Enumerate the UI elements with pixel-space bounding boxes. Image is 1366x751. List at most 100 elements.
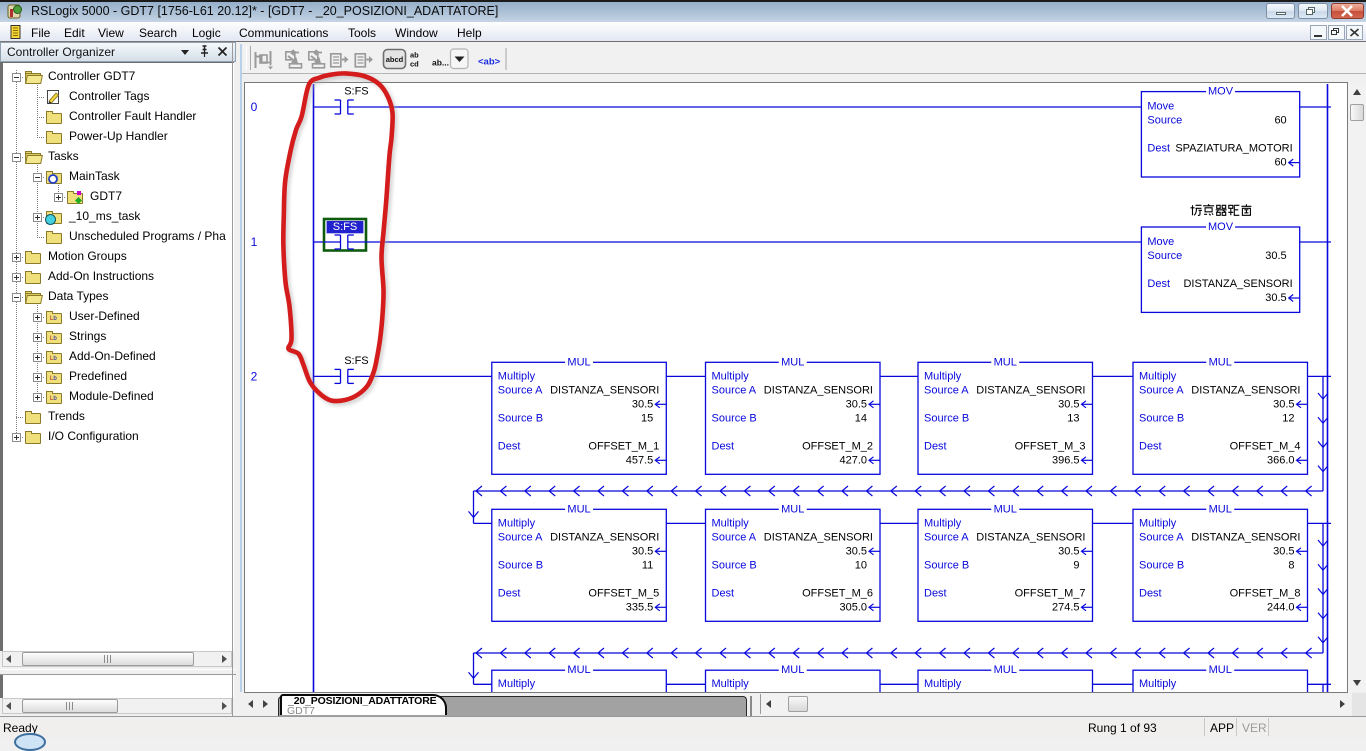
svg-text:Source B: Source B	[712, 412, 757, 424]
svg-text:Dest: Dest	[498, 587, 521, 599]
svg-text:30.5: 30.5	[1273, 545, 1294, 557]
svg-text:13: 13	[1067, 412, 1079, 424]
svg-text:MUL: MUL	[567, 356, 590, 368]
svg-text:Multiply: Multiply	[712, 370, 750, 382]
svg-text:Dest: Dest	[498, 440, 521, 452]
svg-text:MUL: MUL	[994, 356, 1017, 368]
svg-text:DISTANZA_SENSORI: DISTANZA_SENSORI	[1191, 384, 1300, 396]
svg-text:0: 0	[251, 100, 258, 114]
svg-text:MUL: MUL	[1209, 664, 1232, 676]
svg-text:9: 9	[1073, 559, 1079, 571]
svg-text:2: 2	[251, 369, 258, 383]
svg-text:Source A: Source A	[498, 531, 543, 543]
svg-text:Dest: Dest	[1139, 587, 1162, 599]
svg-text:MOV: MOV	[1208, 221, 1234, 233]
svg-text:Dest: Dest	[712, 440, 735, 452]
svg-text:<ab>: <ab>	[478, 57, 501, 68]
svg-text:SPAZIATURA_MOTORI: SPAZIATURA_MOTORI	[1175, 143, 1292, 155]
svg-text:MOV: MOV	[1208, 86, 1234, 98]
svg-text:10: 10	[855, 559, 867, 571]
svg-text:30.5: 30.5	[632, 545, 653, 557]
svg-text:Dest: Dest	[1147, 278, 1170, 290]
svg-text:Multiply: Multiply	[712, 517, 750, 529]
svg-text:366.0: 366.0	[1267, 454, 1295, 466]
svg-text:Source B: Source B	[498, 412, 543, 424]
svg-text:Multiply: Multiply	[498, 517, 536, 529]
svg-text:OFFSET_M_5: OFFSET_M_5	[588, 587, 659, 599]
svg-text:MUL: MUL	[567, 503, 590, 515]
svg-text:Source A: Source A	[924, 531, 969, 543]
svg-text:DISTANZA_SENSORI: DISTANZA_SENSORI	[764, 384, 873, 396]
svg-text:Move: Move	[1147, 236, 1174, 248]
svg-text:14: 14	[855, 412, 867, 424]
svg-text:OFFSET_M_6: OFFSET_M_6	[802, 587, 873, 599]
svg-text:Multiply: Multiply	[924, 517, 962, 529]
svg-text:Multiply: Multiply	[498, 370, 536, 382]
svg-text:OFFSET_M_1: OFFSET_M_1	[588, 440, 659, 452]
svg-text:Multiply: Multiply	[498, 678, 536, 690]
svg-text:244.0: 244.0	[1267, 601, 1295, 613]
svg-text:30.5: 30.5	[1265, 292, 1286, 304]
svg-text:Dest: Dest	[924, 440, 947, 452]
svg-text:30.5: 30.5	[846, 545, 867, 557]
svg-text:DISTANZA_SENSORI: DISTANZA_SENSORI	[1183, 278, 1292, 290]
svg-text:MUL: MUL	[781, 664, 804, 676]
svg-text:30.5: 30.5	[1058, 398, 1079, 410]
svg-text:DISTANZA_SENSORI: DISTANZA_SENSORI	[976, 384, 1085, 396]
svg-text:396.5: 396.5	[1052, 454, 1080, 466]
svg-text:Source A: Source A	[712, 531, 757, 543]
svg-text:Dest: Dest	[924, 587, 947, 599]
svg-text:MUL: MUL	[1209, 503, 1232, 515]
svg-text:30.5: 30.5	[1273, 398, 1294, 410]
svg-text:Multiply: Multiply	[1139, 370, 1177, 382]
svg-text:1: 1	[251, 235, 258, 249]
svg-text:Multiply: Multiply	[1139, 517, 1177, 529]
svg-text:DISTANZA_SENSORI: DISTANZA_SENSORI	[1191, 531, 1300, 543]
svg-text:335.5: 335.5	[626, 601, 654, 613]
svg-text:DISTANZA_SENSORI: DISTANZA_SENSORI	[764, 531, 873, 543]
svg-text:15: 15	[641, 412, 653, 424]
svg-text:Source A: Source A	[712, 384, 757, 396]
svg-text:MUL: MUL	[1209, 356, 1232, 368]
svg-text:457.5: 457.5	[626, 454, 654, 466]
svg-text:OFFSET_M_3: OFFSET_M_3	[1015, 440, 1086, 452]
svg-text:Source B: Source B	[924, 559, 969, 571]
svg-text:Source A: Source A	[498, 384, 543, 396]
svg-text:DISTANZA_SENSORI: DISTANZA_SENSORI	[550, 384, 659, 396]
svg-text:OFFSET_M_4: OFFSET_M_4	[1230, 440, 1301, 452]
svg-text:MUL: MUL	[994, 503, 1017, 515]
svg-text:427.0: 427.0	[839, 454, 867, 466]
svg-text:30.5: 30.5	[846, 398, 867, 410]
svg-text:305.0: 305.0	[839, 601, 867, 613]
svg-text:ab: ab	[410, 51, 419, 60]
svg-text:ab...: ab...	[432, 58, 449, 68]
svg-text:OFFSET_M_8: OFFSET_M_8	[1230, 587, 1301, 599]
svg-text:Source B: Source B	[1139, 559, 1184, 571]
svg-text:30.5: 30.5	[1058, 545, 1079, 557]
svg-text:Source: Source	[1147, 250, 1182, 262]
svg-text:8: 8	[1288, 559, 1294, 571]
svg-text:Multiply: Multiply	[924, 370, 962, 382]
svg-text:Source A: Source A	[1139, 384, 1184, 396]
svg-text:Dest: Dest	[1147, 143, 1170, 155]
svg-text:274.5: 274.5	[1052, 601, 1080, 613]
svg-text:MUL: MUL	[781, 356, 804, 368]
svg-text:Multiply: Multiply	[924, 678, 962, 690]
svg-text:60: 60	[1274, 157, 1286, 169]
svg-text:OFFSET_M_2: OFFSET_M_2	[802, 440, 873, 452]
svg-text:Dest: Dest	[712, 587, 735, 599]
svg-text:OFFSET_M_7: OFFSET_M_7	[1015, 587, 1086, 599]
svg-text:cd: cd	[410, 60, 419, 69]
svg-text:Source A: Source A	[1139, 531, 1184, 543]
svg-text:12: 12	[1282, 412, 1294, 424]
svg-text:11: 11	[642, 559, 653, 571]
svg-text:Move: Move	[1147, 101, 1174, 113]
svg-text:Source: Source	[1147, 115, 1182, 127]
svg-text:MUL: MUL	[567, 664, 590, 676]
svg-text:Source A: Source A	[924, 384, 969, 396]
svg-text:Multiply: Multiply	[712, 678, 750, 690]
svg-text:Multiply: Multiply	[1139, 678, 1177, 690]
svg-text:MUL: MUL	[994, 664, 1017, 676]
svg-text:Source B: Source B	[712, 559, 757, 571]
svg-text:60: 60	[1274, 115, 1286, 127]
